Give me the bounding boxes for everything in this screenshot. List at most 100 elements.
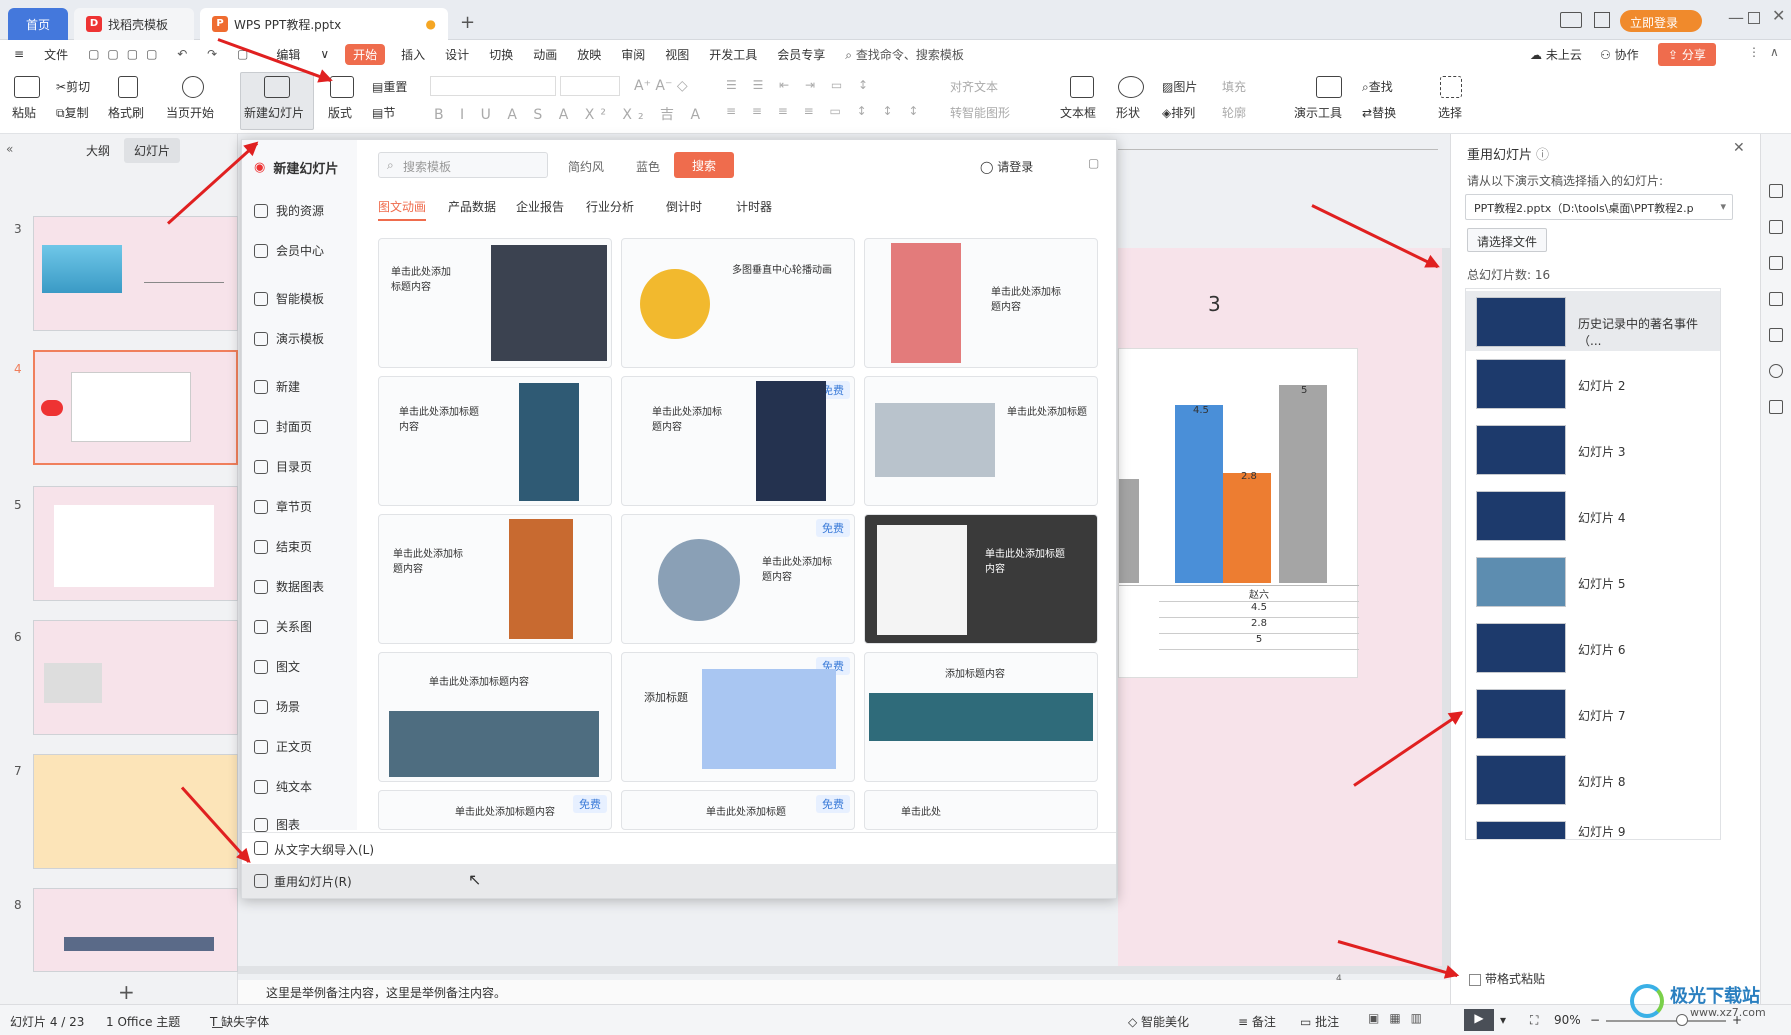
dropdown-login[interactable]: ◯ 请登录 bbox=[980, 158, 1033, 175]
reset-button[interactable]: ▤重置 bbox=[372, 78, 407, 95]
collapse-ribbon-icon[interactable]: ∧ bbox=[1770, 45, 1779, 59]
category-tab-report[interactable]: 企业报告 bbox=[516, 198, 564, 215]
menu-design[interactable]: 设计 bbox=[435, 46, 479, 63]
grid-icon[interactable] bbox=[1594, 12, 1610, 28]
settings-icon[interactable] bbox=[1769, 220, 1783, 234]
template-card[interactable]: 添加标题内容 bbox=[864, 652, 1098, 782]
reuse-slide-label[interactable]: 幻灯片 6 bbox=[1578, 641, 1625, 658]
presenter-icon[interactable] bbox=[1316, 76, 1342, 98]
menu-view[interactable]: 视图 bbox=[655, 46, 699, 63]
template-card[interactable]: 单击此处添加标题内容 bbox=[378, 376, 612, 506]
template-card[interactable]: 单击此处添加标题内容 bbox=[378, 514, 612, 644]
side-plain-text[interactable]: 纯文本 bbox=[254, 778, 312, 795]
format-painter-icon[interactable] bbox=[118, 76, 138, 98]
reuse-slide-thumbnail[interactable] bbox=[1476, 557, 1566, 607]
menu-dropdown-icon[interactable]: ∨ bbox=[310, 47, 339, 61]
menu-file[interactable]: 文件 bbox=[34, 46, 78, 63]
slideshow-dropdown-icon[interactable]: ▾ bbox=[1500, 1013, 1506, 1027]
shape-button[interactable]: 形状 bbox=[1116, 104, 1140, 121]
chart-object[interactable]: 4.5 2.8 5 赵六 4.5 2.8 5 bbox=[1118, 348, 1359, 678]
side-chart[interactable]: 图表 bbox=[254, 816, 300, 833]
theme-name[interactable]: 1 Office 主题 bbox=[106, 1013, 180, 1030]
reuse-slide-thumbnail[interactable] bbox=[1476, 689, 1566, 739]
template-card[interactable]: 单击此处添加标题内容 bbox=[864, 514, 1098, 644]
smart-beautify[interactable]: ◇ 智能美化 bbox=[1128, 1013, 1189, 1030]
side-scene[interactable]: 场景 bbox=[254, 698, 300, 715]
slide-thumbnail-3[interactable] bbox=[33, 216, 238, 331]
template-card[interactable]: 单击此处 bbox=[864, 790, 1098, 830]
side-toc[interactable]: 目录页 bbox=[254, 458, 312, 475]
tab-slides[interactable]: 幻灯片 bbox=[124, 138, 181, 163]
help-icon[interactable]: ⓘ bbox=[1536, 148, 1549, 163]
font-style-icons[interactable]: B I U A S A X² X₂ 吉 A bbox=[434, 104, 706, 124]
vertical-scrollbar[interactable] bbox=[1442, 248, 1450, 968]
menu-developer[interactable]: 开发工具 bbox=[699, 46, 767, 63]
menu-member[interactable]: 会员专享 bbox=[767, 46, 835, 63]
maximize-icon[interactable] bbox=[1748, 12, 1760, 24]
template-card[interactable]: 免费 添加标题 bbox=[621, 652, 855, 782]
outline-button[interactable]: 轮廓 bbox=[1222, 104, 1246, 121]
tab-outline[interactable]: 大纲 bbox=[86, 142, 110, 159]
category-tab-timer[interactable]: 计时器 bbox=[736, 198, 772, 215]
reuse-slide-label[interactable]: 幻灯片 2 bbox=[1578, 377, 1625, 394]
tab-template-store[interactable]: D 找稻壳模板 bbox=[74, 8, 194, 40]
from-outline-item[interactable]: 从文字大纲导入(L) bbox=[242, 832, 1116, 864]
template-card[interactable]: 多图垂直中心轮播动画 bbox=[621, 238, 855, 368]
side-presentation-template[interactable]: 演示模板 bbox=[254, 330, 324, 347]
side-cover[interactable]: 封面页 bbox=[254, 418, 312, 435]
menu-hamburger-icon[interactable]: ≡ bbox=[0, 47, 34, 61]
layout-icon[interactable] bbox=[330, 76, 354, 98]
layout-icon[interactable] bbox=[1560, 12, 1582, 28]
reuse-slide-thumbnail[interactable] bbox=[1476, 425, 1566, 475]
category-tab-industry[interactable]: 行业分析 bbox=[586, 198, 634, 215]
play-icon[interactable] bbox=[182, 76, 204, 98]
command-search[interactable]: ⌕ 查找命令、搜索模板 bbox=[835, 46, 974, 63]
menu-transition[interactable]: 切换 bbox=[479, 46, 523, 63]
choose-file-button[interactable]: 请选择文件 bbox=[1467, 228, 1547, 252]
login-button[interactable]: 立即登录 bbox=[1620, 10, 1702, 32]
template-card[interactable]: 免费 单击此处添加标题内容 bbox=[621, 376, 855, 506]
side-smart-template[interactable]: 智能模板 bbox=[254, 290, 324, 307]
layout-button[interactable]: 版式 bbox=[328, 104, 352, 121]
slide-thumbnail-8[interactable] bbox=[33, 888, 238, 972]
zoom-level[interactable]: 90% bbox=[1554, 1013, 1581, 1027]
paste-button[interactable]: 粘贴 bbox=[12, 104, 36, 121]
paste-icon[interactable] bbox=[14, 76, 40, 98]
reuse-slide-label[interactable]: 幻灯片 9 bbox=[1578, 823, 1625, 839]
copy-icon[interactable] bbox=[1769, 292, 1783, 306]
keep-format-checkbox[interactable]: 带格式粘贴 bbox=[1469, 970, 1545, 987]
side-chapter[interactable]: 章节页 bbox=[254, 498, 312, 515]
side-graphic-text[interactable]: 图文 bbox=[254, 658, 300, 675]
new-tab-button[interactable]: + bbox=[460, 12, 475, 33]
slide-thumbnail-5[interactable] bbox=[33, 486, 238, 601]
reuse-slide-thumbnail[interactable] bbox=[1476, 623, 1566, 673]
reuse-slide-label[interactable]: 幻灯片 4 bbox=[1578, 509, 1625, 526]
zoom-out-icon[interactable]: − bbox=[1590, 1013, 1600, 1027]
view-mode-icons[interactable]: ▣▦▥ bbox=[1368, 1011, 1432, 1025]
reuse-slide-thumbnail[interactable] bbox=[1476, 359, 1566, 409]
location-icon[interactable] bbox=[1769, 364, 1783, 378]
tab-home[interactable]: 首页 bbox=[8, 8, 68, 40]
image-icon[interactable] bbox=[1769, 328, 1783, 342]
message-icon[interactable]: ▢ bbox=[1088, 156, 1099, 170]
notes-toggle[interactable]: ≡ 备注 bbox=[1238, 1013, 1276, 1030]
missing-font[interactable]: T͟ 缺失字体 bbox=[210, 1013, 269, 1030]
menu-slideshow[interactable]: 放映 bbox=[567, 46, 611, 63]
picture-button[interactable]: ▨图片 bbox=[1162, 78, 1197, 95]
add-slide-button[interactable]: + bbox=[118, 980, 135, 1004]
find-button[interactable]: ⌕查找 bbox=[1362, 78, 1393, 95]
paragraph-icons[interactable]: ≡ ≡ ≡ ≡ ▭ ↕ ↕ ↕ bbox=[726, 104, 924, 118]
search-chip-blue[interactable]: 蓝色 bbox=[636, 158, 660, 175]
play-slideshow-icon[interactable]: ▶ bbox=[1464, 1009, 1494, 1031]
slide-thumbnail-7[interactable] bbox=[33, 754, 238, 869]
tab-document[interactable]: P WPS PPT教程.pptx ● bbox=[200, 8, 448, 40]
reuse-slide-thumbnail[interactable] bbox=[1476, 755, 1566, 805]
fit-window-icon[interactable]: ⛶ bbox=[1530, 1013, 1538, 1028]
category-tab-countdown[interactable]: 倒计时 bbox=[666, 198, 702, 215]
menu-insert[interactable]: 插入 bbox=[391, 46, 435, 63]
star-icon[interactable] bbox=[1769, 256, 1783, 270]
minimize-icon[interactable]: — bbox=[1728, 8, 1744, 27]
reuse-slides-item[interactable]: 重用幻灯片(R) ↖ bbox=[242, 864, 1116, 898]
textbox-button[interactable]: 文本框 bbox=[1060, 104, 1096, 121]
select-icon[interactable] bbox=[1440, 76, 1462, 98]
